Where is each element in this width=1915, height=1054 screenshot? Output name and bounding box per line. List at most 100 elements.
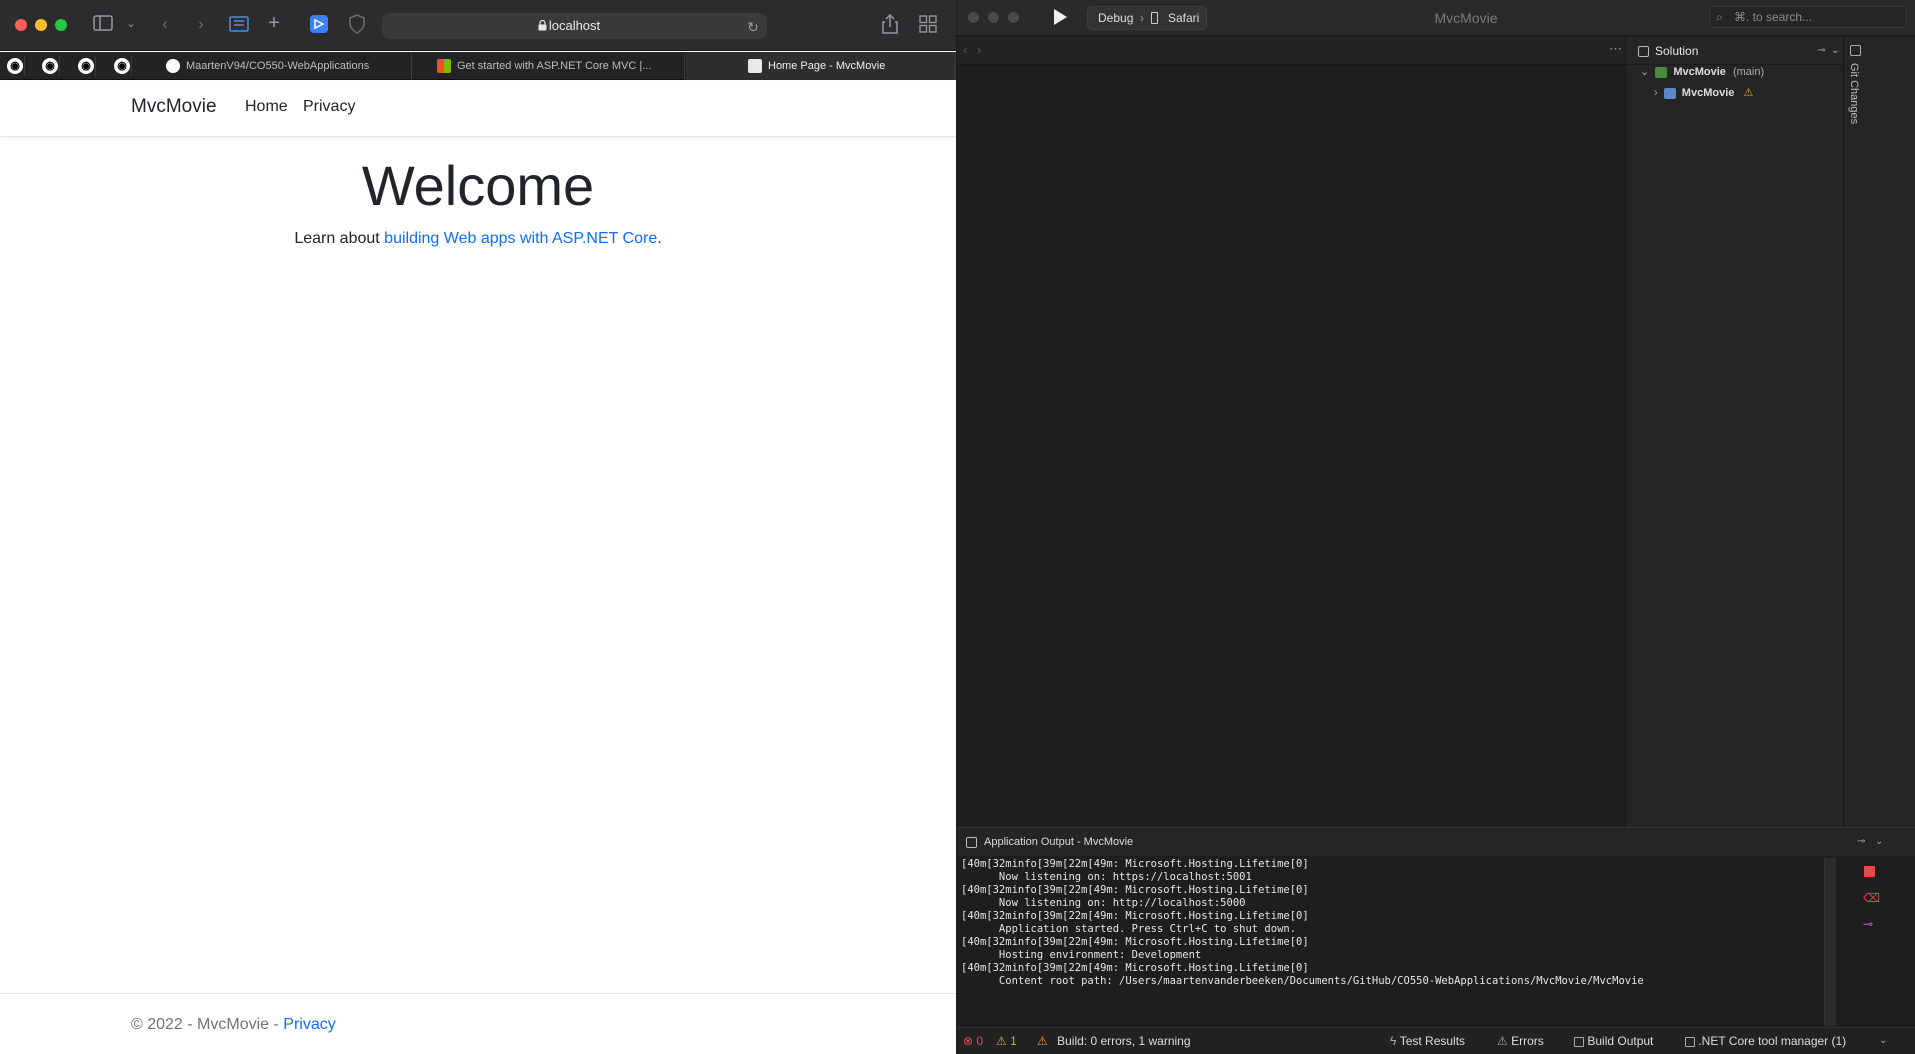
web-page: MvcMovie Home Privacy Welcome Learn abou… bbox=[0, 81, 956, 1054]
aspnet-docs-link[interactable]: building Web apps with ASP.NET Core bbox=[384, 230, 657, 247]
solution-header: Solution ⊸ ⌄ bbox=[1626, 37, 1844, 65]
github-icon: ◉ bbox=[78, 58, 94, 74]
github-icon: ◉ bbox=[114, 58, 130, 74]
nav-back-icon[interactable]: ‹ bbox=[963, 42, 967, 57]
zoom-button[interactable] bbox=[55, 19, 67, 31]
stop-icon[interactable] bbox=[1864, 866, 1875, 877]
tab-bar: ◉ ◉ ◉ ◉ MaartenV94/CO550-WebApplications… bbox=[0, 52, 956, 80]
forward-icon[interactable]: › bbox=[192, 14, 210, 34]
chevron-down-icon[interactable]: ⌄ bbox=[1879, 1028, 1887, 1054]
nav-link-home[interactable]: Home bbox=[245, 98, 288, 116]
safari-toolbar: ⌄ ‹ › + localhost ↻ bbox=[0, 0, 956, 51]
solution-root-item[interactable]: ⌄ MvcMovie (main) bbox=[1640, 65, 1764, 78]
warning-count-value: 1 bbox=[1010, 1034, 1017, 1048]
chevron-down-icon[interactable]: ⌄ bbox=[1831, 37, 1839, 65]
project-icon bbox=[1663, 87, 1676, 99]
reload-icon[interactable]: ↻ bbox=[744, 17, 762, 37]
github-icon bbox=[166, 59, 180, 74]
git-changes-tab[interactable]: Git Changes bbox=[1848, 63, 1860, 124]
output-header: Application Output - MvcMovie ⊸ ⌄ bbox=[957, 828, 1915, 856]
warning-icon: ⚠ bbox=[996, 1034, 1007, 1048]
safari-window: ⌄ ‹ › + localhost ↻ ◉ ◉ ◉ ◉ MaartenV94/C… bbox=[0, 0, 956, 1054]
editor-area bbox=[957, 66, 1625, 827]
solution-pad: Solution ⊸ ⌄ ⌄ MvcMovie (main) › MvcMovi… bbox=[1625, 37, 1844, 827]
project-item[interactable]: › MvcMovie ⚠ bbox=[1654, 86, 1753, 99]
pinned-tab[interactable]: ◉ bbox=[74, 56, 96, 76]
pinned-tab[interactable]: ◉ bbox=[110, 56, 132, 76]
more-icon[interactable]: ⋯ bbox=[1609, 41, 1622, 57]
solution-root-label: MvcMovie bbox=[1673, 66, 1726, 78]
sidebar-icon[interactable] bbox=[92, 15, 114, 36]
pinned-tab[interactable]: ◉ bbox=[3, 56, 25, 76]
privacy-shield-icon[interactable] bbox=[347, 14, 367, 39]
tab-github[interactable]: MaartenV94/CO550-WebApplications bbox=[150, 52, 412, 80]
output-log: [40m[32minfo[39m[22m[49m: Microsoft.Host… bbox=[961, 858, 1644, 987]
tab-label: Home Page - MvcMovie bbox=[768, 60, 886, 72]
branch-label: (main) bbox=[1732, 66, 1765, 78]
copyright: © 2022 - MvcMovie - bbox=[131, 1016, 284, 1033]
status-bar: ⊗ 0 ⚠ 1 ⚠ Build: 0 errors, 1 warning ϟ T… bbox=[957, 1027, 1915, 1054]
search-placeholder: ⌘. to search... bbox=[1734, 10, 1813, 24]
output-title: Application Output - MvcMovie bbox=[984, 836, 1134, 848]
ide-toolbar: Debug › Safari MvcMovie ⌕ ⌘. to search..… bbox=[957, 0, 1915, 36]
address-bar[interactable]: localhost ↻ bbox=[382, 13, 767, 39]
page-title: Welcome bbox=[361, 154, 595, 217]
nav-link-privacy[interactable]: Privacy bbox=[303, 98, 355, 116]
microsoft-icon bbox=[437, 59, 451, 74]
chevron-down-icon: ⌄ bbox=[1640, 66, 1650, 78]
project-label: MvcMovie bbox=[1681, 87, 1735, 99]
tab-label: Build Output bbox=[1587, 1034, 1654, 1048]
warning-icon: ⚠ bbox=[1743, 87, 1754, 99]
tab-dotnet-tool-manager[interactable]: .NET Core tool manager (1) bbox=[1685, 1028, 1846, 1054]
panel-icon[interactable] bbox=[1850, 45, 1861, 56]
lightning-icon: ϟ bbox=[1390, 1034, 1397, 1048]
warning-count[interactable]: ⚠ 1 bbox=[996, 1028, 1017, 1054]
ide-window: Debug › Safari MvcMovie ⌕ ⌘. to search..… bbox=[957, 0, 1915, 1054]
build-status-text: Build: 0 errors, 1 warning bbox=[1057, 1034, 1191, 1048]
chevron-down-icon[interactable]: ⌄ bbox=[1875, 828, 1883, 856]
error-icon: ⊗ bbox=[963, 1034, 974, 1048]
solution-icon bbox=[1638, 46, 1649, 57]
tab-label: Test Results bbox=[1399, 1034, 1466, 1048]
tab-errors[interactable]: ⚠ Errors bbox=[1497, 1028, 1544, 1054]
tab-home-page[interactable]: Home Page - MvcMovie bbox=[686, 52, 956, 80]
github-icon: ◉ bbox=[7, 58, 23, 74]
grid-icon[interactable] bbox=[918, 15, 938, 38]
output-scrollbar[interactable] bbox=[1824, 858, 1836, 1026]
tab-build-output[interactable]: Build Output bbox=[1574, 1028, 1653, 1054]
build-status[interactable]: ⚠ Build: 0 errors, 1 warning bbox=[1037, 1028, 1191, 1054]
tab-label: .NET Core tool manager (1) bbox=[1698, 1034, 1847, 1048]
warning-icon: ⚠ bbox=[1497, 1034, 1508, 1048]
tab-label: Get started with ASP.NET Core MVC |... bbox=[457, 60, 652, 72]
tab-test-results[interactable]: ϟ Test Results bbox=[1390, 1028, 1465, 1054]
new-tab-icon[interactable]: + bbox=[264, 13, 284, 33]
tab-docs[interactable]: Get started with ASP.NET Core MVC |... bbox=[413, 52, 685, 80]
output-icon bbox=[1574, 1036, 1584, 1047]
tab-overview-icon[interactable] bbox=[228, 15, 250, 38]
page-icon bbox=[748, 59, 762, 74]
minimize-button[interactable] bbox=[35, 19, 47, 31]
chevron-down-icon[interactable]: ⌄ bbox=[124, 14, 138, 34]
chevron-right-icon: › bbox=[1654, 87, 1658, 99]
footer-privacy-link[interactable]: Privacy bbox=[283, 1016, 335, 1033]
tab-label: Errors bbox=[1511, 1034, 1544, 1048]
share-icon[interactable] bbox=[880, 13, 900, 39]
error-count-value: 0 bbox=[976, 1034, 984, 1048]
extension-icon[interactable] bbox=[308, 14, 330, 39]
navbar-brand[interactable]: MvcMovie bbox=[131, 96, 217, 118]
close-button[interactable] bbox=[15, 19, 27, 31]
pin-output-icon[interactable]: ⊸ bbox=[1863, 917, 1873, 931]
back-icon[interactable]: ‹ bbox=[156, 14, 174, 34]
site-footer: © 2022 - MvcMovie - Privacy bbox=[0, 993, 956, 1054]
nav-forward-icon[interactable]: › bbox=[977, 42, 981, 57]
solution-file-icon bbox=[1655, 66, 1668, 78]
tab-label: MaartenV94/CO550-WebApplications bbox=[186, 60, 370, 72]
github-icon: ◉ bbox=[42, 58, 58, 74]
application-output-pad: Application Output - MvcMovie ⊸ ⌄ [40m[3… bbox=[957, 827, 1915, 1027]
search-input[interactable]: ⌕ ⌘. to search... bbox=[1709, 6, 1907, 28]
error-count[interactable]: ⊗ 0 bbox=[963, 1028, 983, 1054]
pin-icon[interactable]: ⊸ bbox=[1817, 37, 1825, 65]
clear-icon[interactable]: ⌫ bbox=[1863, 891, 1880, 905]
pinned-tab[interactable]: ◉ bbox=[38, 56, 60, 76]
pin-icon[interactable]: ⊸ bbox=[1857, 828, 1865, 856]
